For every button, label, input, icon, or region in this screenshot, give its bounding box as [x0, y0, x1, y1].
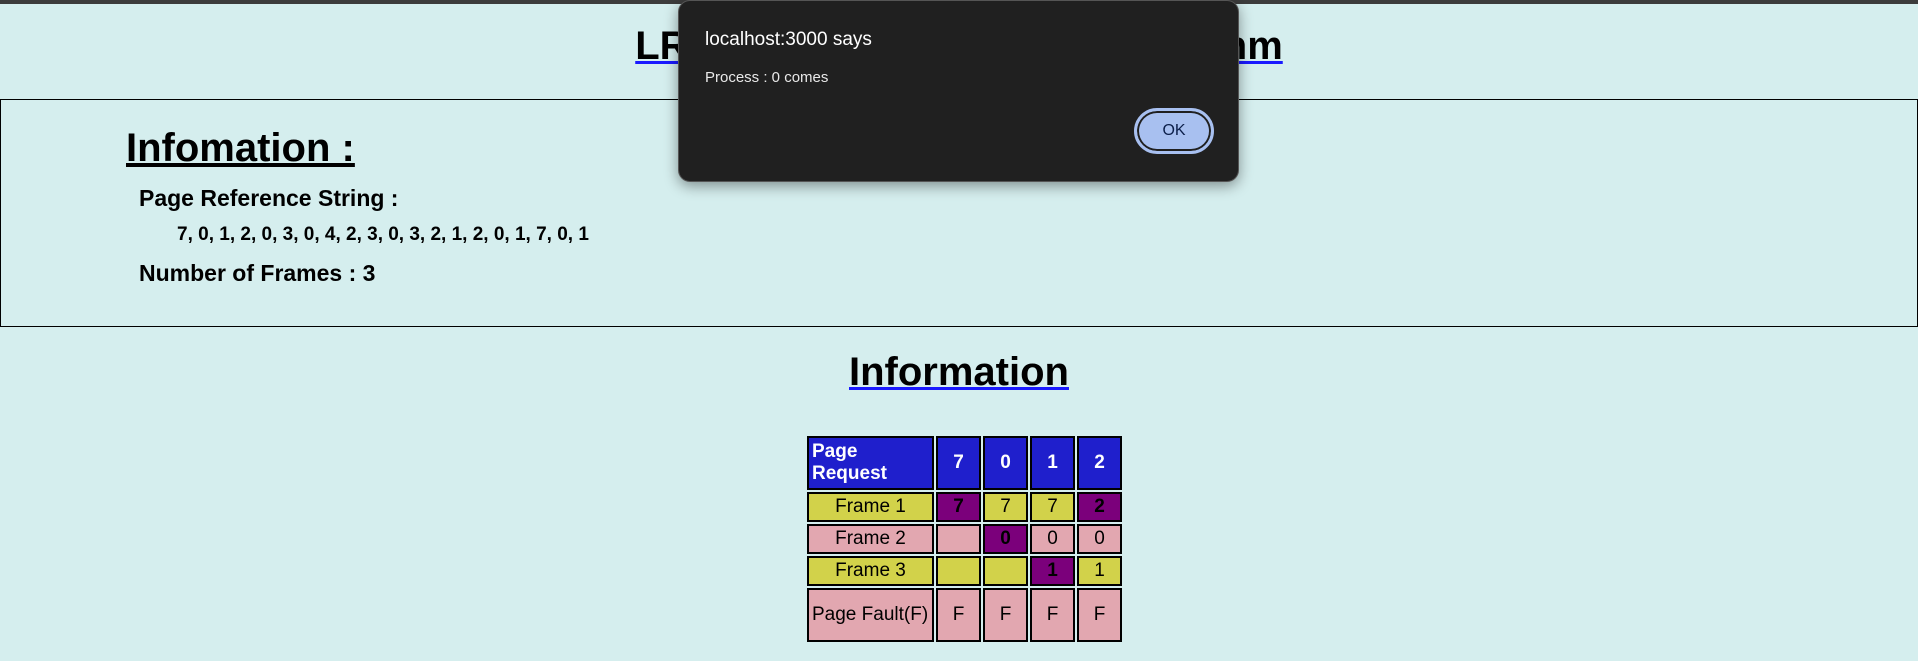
table-header-row: Page Request 7 0 1 2 [807, 436, 1122, 490]
info-heading: Infomation : [126, 126, 355, 170]
frame-cell [983, 556, 1028, 586]
frame-cell: 1 [1030, 556, 1075, 586]
page-replacement-table: Page Request 7 0 1 2 Frame 1 7 7 7 2 Fra… [805, 434, 1124, 644]
ok-button[interactable]: OK [1134, 108, 1214, 154]
request-cell: 0 [983, 436, 1028, 490]
request-cell: 7 [936, 436, 981, 490]
alert-dialog: localhost:3000 says Process : 0 comes OK [678, 0, 1239, 182]
frame-cell [936, 524, 981, 554]
page-fault-label: Page Fault(F) [807, 588, 934, 642]
section-heading: Information [849, 350, 1069, 394]
frame-row: Frame 1 7 7 7 2 [807, 492, 1122, 522]
frame-cell: 7 [1030, 492, 1075, 522]
frame-row: Frame 3 1 1 [807, 556, 1122, 586]
request-cell: 1 [1030, 436, 1075, 490]
page-request-header: Page Request [807, 436, 934, 490]
number-of-frames: Number of Frames : 3 [139, 260, 376, 286]
request-cell: 2 [1077, 436, 1122, 490]
frame-cell: 2 [1077, 492, 1122, 522]
fault-cell: F [936, 588, 981, 642]
page-fault-row: Page Fault(F) F F F F [807, 588, 1122, 642]
frame-cell: 0 [1077, 524, 1122, 554]
frame-cell: 1 [1077, 556, 1122, 586]
frame-cell: 0 [1030, 524, 1075, 554]
frame-cell: 7 [936, 492, 981, 522]
frame-label: Frame 1 [807, 492, 934, 522]
frame-label: Frame 2 [807, 524, 934, 554]
frame-cell: 7 [983, 492, 1028, 522]
frame-label: Frame 3 [807, 556, 934, 586]
dialog-title: localhost:3000 says [705, 29, 872, 50]
fault-cell: F [983, 588, 1028, 642]
frame-row: Frame 2 0 0 0 [807, 524, 1122, 554]
fault-cell: F [1030, 588, 1075, 642]
alert-dialog-container: localhost:3000 says Process : 0 comes OK [678, 0, 1239, 182]
frame-cell [936, 556, 981, 586]
dialog-message: Process : 0 comes [705, 69, 829, 86]
frame-cell: 0 [983, 524, 1028, 554]
reference-string-label: Page Reference String : [139, 185, 399, 211]
reference-string-value: 7, 0, 1, 2, 0, 3, 0, 4, 2, 3, 0, 3, 2, 1… [177, 224, 589, 245]
fault-cell: F [1077, 588, 1122, 642]
